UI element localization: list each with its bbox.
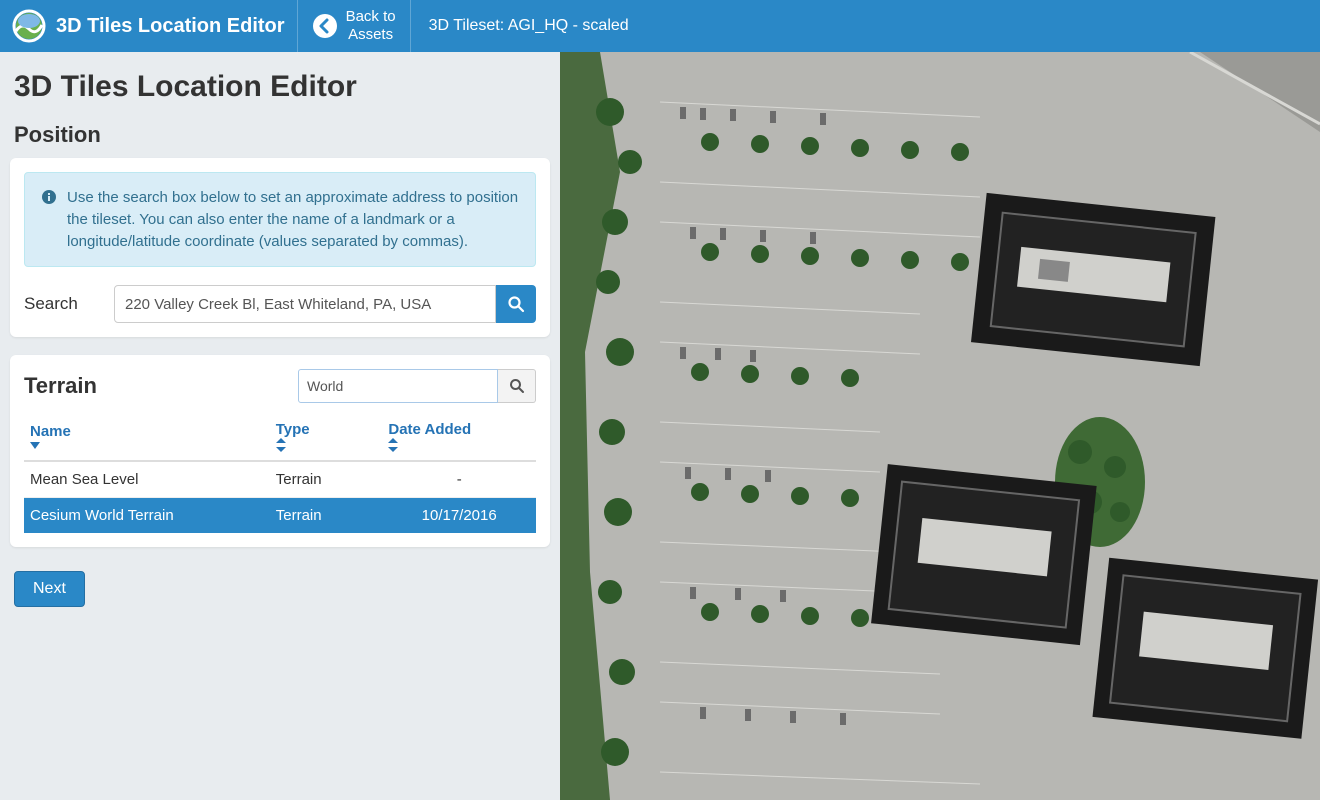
search-input-group [114,285,536,323]
info-box: Use the search box below to set an appro… [24,172,536,267]
breadcrumb-text: 3D Tileset: AGI_HQ - scaled [429,17,629,35]
cell-type: Terrain [270,461,383,498]
position-search-row: Search [24,285,536,323]
breadcrumb: 3D Tileset: AGI_HQ - scaled [411,0,647,52]
map-view[interactable] [560,52,1320,800]
cell-date: - [382,461,536,498]
top-bar: 3D Tiles Location Editor Back to Assets … [0,0,1320,52]
terrain-col-type[interactable]: Type [270,413,383,461]
terrain-table: Name Type [24,413,536,533]
terrain-filter-group [298,369,536,403]
terrain-col-name[interactable]: Name [24,413,270,461]
arrow-left-circle-icon [312,13,338,39]
globe-logo-icon [12,9,46,43]
search-label: Search [24,294,114,314]
info-icon [41,189,57,252]
col-type-label: Type [276,421,310,438]
back-label: Back to Assets [346,8,396,44]
terrain-header: Terrain [24,369,536,403]
table-row[interactable]: Mean Sea Level Terrain - [24,461,536,498]
table-row[interactable]: Cesium World Terrain Terrain 10/17/2016 [24,498,536,534]
cell-date: 10/17/2016 [382,498,536,534]
main-layout: 3D Tiles Location Editor Position Use th… [0,52,1320,800]
page-title: 3D Tiles Location Editor [14,70,550,104]
app-brand: 3D Tiles Location Editor [0,0,298,52]
cell-name: Cesium World Terrain [24,498,270,534]
col-name-label: Name [30,423,71,440]
aerial-map-canvas [560,52,1320,800]
sort-both-icon [388,438,530,452]
terrain-card: Terrain [10,355,550,547]
terrain-filter-input[interactable] [298,369,498,403]
cell-type: Terrain [270,498,383,534]
terrain-col-date[interactable]: Date Added [382,413,536,461]
terrain-filter-button[interactable] [498,369,536,403]
left-panel: 3D Tiles Location Editor Position Use th… [0,52,560,800]
sort-desc-icon [30,440,264,450]
address-search-input[interactable] [114,285,496,323]
terrain-section-label: Terrain [24,373,97,399]
info-text: Use the search box below to set an appro… [67,187,519,252]
sort-both-icon [276,438,377,452]
next-button[interactable]: Next [14,571,85,607]
position-section-label: Position [14,122,550,148]
position-card: Use the search box below to set an appro… [10,158,550,337]
app-title: 3D Tiles Location Editor [56,15,285,38]
col-date-label: Date Added [388,421,471,438]
cell-name: Mean Sea Level [24,461,270,498]
search-icon [507,295,525,313]
address-search-button[interactable] [496,285,536,323]
search-icon [509,378,525,394]
back-to-assets-button[interactable]: Back to Assets [298,0,411,52]
